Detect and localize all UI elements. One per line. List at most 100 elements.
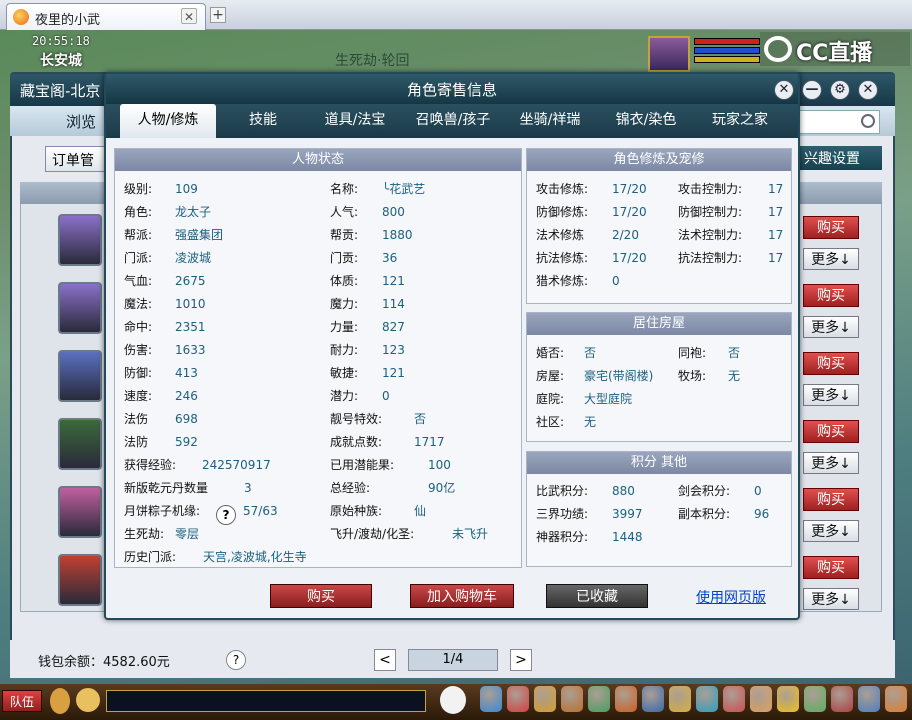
shortcut-icon[interactable]	[831, 686, 853, 712]
score-left-value: 3997	[612, 507, 643, 521]
sp-bar	[694, 56, 760, 63]
status-left-label: 级别:	[124, 182, 153, 196]
cultivation-right-label: 法术控制力:	[678, 228, 743, 242]
team-button[interactable]: 队伍	[2, 690, 42, 712]
game-favicon-icon	[13, 9, 29, 25]
cultivation-right-value: 17	[768, 228, 784, 242]
interest-settings-button[interactable]: 兴趣设置	[798, 146, 882, 170]
list-more-button[interactable]: 更多↓	[803, 248, 859, 270]
status-left-label: 新版乾元丹数量	[124, 481, 209, 495]
mooncake-help-icon[interactable]: ?	[216, 505, 236, 525]
tab-2[interactable]: 道具/法宝	[312, 104, 398, 138]
status-left-label: 历史门派:	[124, 550, 177, 564]
status-panel-title: 人物状态	[115, 149, 521, 171]
shortcut-icon[interactable]	[858, 686, 880, 712]
shortcut-icon[interactable]	[777, 686, 799, 712]
status-left-value: 109	[175, 182, 198, 196]
list-more-button[interactable]: 更多↓	[803, 520, 859, 542]
character-avatar[interactable]	[58, 214, 102, 266]
list-buy-button[interactable]: 购买	[803, 556, 859, 579]
status-right-value: 36	[382, 251, 398, 265]
chat-input[interactable]	[106, 690, 426, 712]
house-left-label: 房屋:	[536, 369, 565, 383]
window-close-icon[interactable]: ✕	[858, 80, 878, 100]
list-more-button[interactable]: 更多↓	[803, 588, 859, 610]
player-portrait[interactable]	[648, 36, 690, 72]
score-left-value: 880	[612, 484, 635, 498]
prev-page-button[interactable]: <	[374, 649, 396, 671]
shortcut-icon[interactable]	[723, 686, 745, 712]
house-right-value: 否	[728, 346, 741, 360]
character-avatar[interactable]	[58, 554, 102, 606]
cultivation-right-value: 17	[768, 205, 784, 219]
add-to-cart-button[interactable]: 加入购物车	[410, 584, 514, 608]
tab-0[interactable]: 人物/修炼	[120, 104, 216, 138]
cc-logo-icon	[764, 36, 792, 62]
gear-icon[interactable]: ⚙	[830, 80, 850, 100]
list-buy-button[interactable]: 购买	[803, 488, 859, 511]
pet-icon[interactable]	[440, 686, 466, 714]
browse-tab[interactable]: 浏览	[66, 111, 96, 132]
tab-1[interactable]: 技能	[230, 104, 296, 138]
score-left-value: 1448	[612, 530, 643, 544]
character-avatar[interactable]	[58, 486, 102, 538]
tab-4[interactable]: 坐骑/祥瑞	[508, 104, 592, 138]
status-left-label: 生死劫:	[124, 527, 165, 541]
shortcut-icon[interactable]	[804, 686, 826, 712]
status-right-value: 否	[414, 412, 427, 426]
status-left-value: 1010	[175, 297, 206, 311]
cultivation-panel-title: 角色修炼及宠修	[527, 149, 791, 171]
shortcut-icon[interactable]	[669, 686, 691, 712]
shortcut-icon[interactable]	[588, 686, 610, 712]
status-right-label: 帮贡:	[330, 228, 359, 242]
search-icon[interactable]	[861, 114, 875, 128]
next-page-button[interactable]: >	[510, 649, 532, 671]
list-more-button[interactable]: 更多↓	[803, 384, 859, 406]
shortcut-icon[interactable]	[615, 686, 637, 712]
new-tab-button[interactable]: +	[210, 7, 226, 23]
shortcut-icon[interactable]	[642, 686, 664, 712]
list-buy-button[interactable]: 购买	[803, 216, 859, 239]
status-left-value: 2351	[175, 320, 206, 334]
status-right-label: 总经验:	[330, 481, 371, 495]
wallet-help-icon[interactable]: ?	[226, 650, 246, 670]
tab-close-icon[interactable]: ✕	[181, 8, 197, 24]
shortcut-icon[interactable]	[696, 686, 718, 712]
cultivation-right-label: 防御控制力:	[678, 205, 743, 219]
buy-button[interactable]: 购买	[270, 584, 372, 608]
list-buy-button[interactable]: 购买	[803, 284, 859, 307]
tab-3[interactable]: 召唤兽/孩子	[406, 104, 500, 138]
shortcut-icon[interactable]	[885, 686, 907, 712]
shortcut-icon[interactable]	[750, 686, 772, 712]
house-left-value: 否	[584, 346, 597, 360]
collected-button[interactable]: 已收藏	[546, 584, 648, 608]
score-right-value: 0	[754, 484, 762, 498]
status-left-value: 413	[175, 366, 198, 380]
list-more-button[interactable]: 更多↓	[803, 452, 859, 474]
dialog-close-icon[interactable]: ✕	[774, 80, 794, 100]
character-avatar[interactable]	[58, 350, 102, 402]
house-right-label: 同袍:	[678, 346, 707, 360]
emoji-icon[interactable]	[76, 688, 100, 712]
list-buy-button[interactable]: 购买	[803, 420, 859, 443]
character-avatar[interactable]	[58, 282, 102, 334]
character-avatar[interactable]	[58, 418, 102, 470]
cultivation-left-value: 17/20	[612, 251, 647, 265]
cultivation-left-value: 2/20	[612, 228, 639, 242]
web-version-link[interactable]: 使用网页版	[696, 587, 766, 607]
city-name: 长安城	[40, 53, 82, 69]
shortcut-icon[interactable]	[534, 686, 556, 712]
score-left-label: 比武积分:	[536, 484, 589, 498]
shortcut-icon[interactable]	[561, 686, 583, 712]
shortcut-icon[interactable]	[480, 686, 502, 712]
minimize-icon[interactable]: —	[802, 80, 822, 100]
cultivation-left-label: 猎术修炼:	[536, 274, 589, 288]
list-buy-button[interactable]: 购买	[803, 352, 859, 375]
shortcut-icon[interactable]	[507, 686, 529, 712]
microphone-icon[interactable]	[50, 688, 70, 714]
tab-6[interactable]: 玩家之家	[700, 104, 780, 138]
browser-tab[interactable]: 夜里的小武 ✕	[6, 3, 206, 30]
list-more-button[interactable]: 更多↓	[803, 316, 859, 338]
store-search-input[interactable]	[790, 110, 880, 134]
tab-5[interactable]: 锦衣/染色	[604, 104, 688, 138]
